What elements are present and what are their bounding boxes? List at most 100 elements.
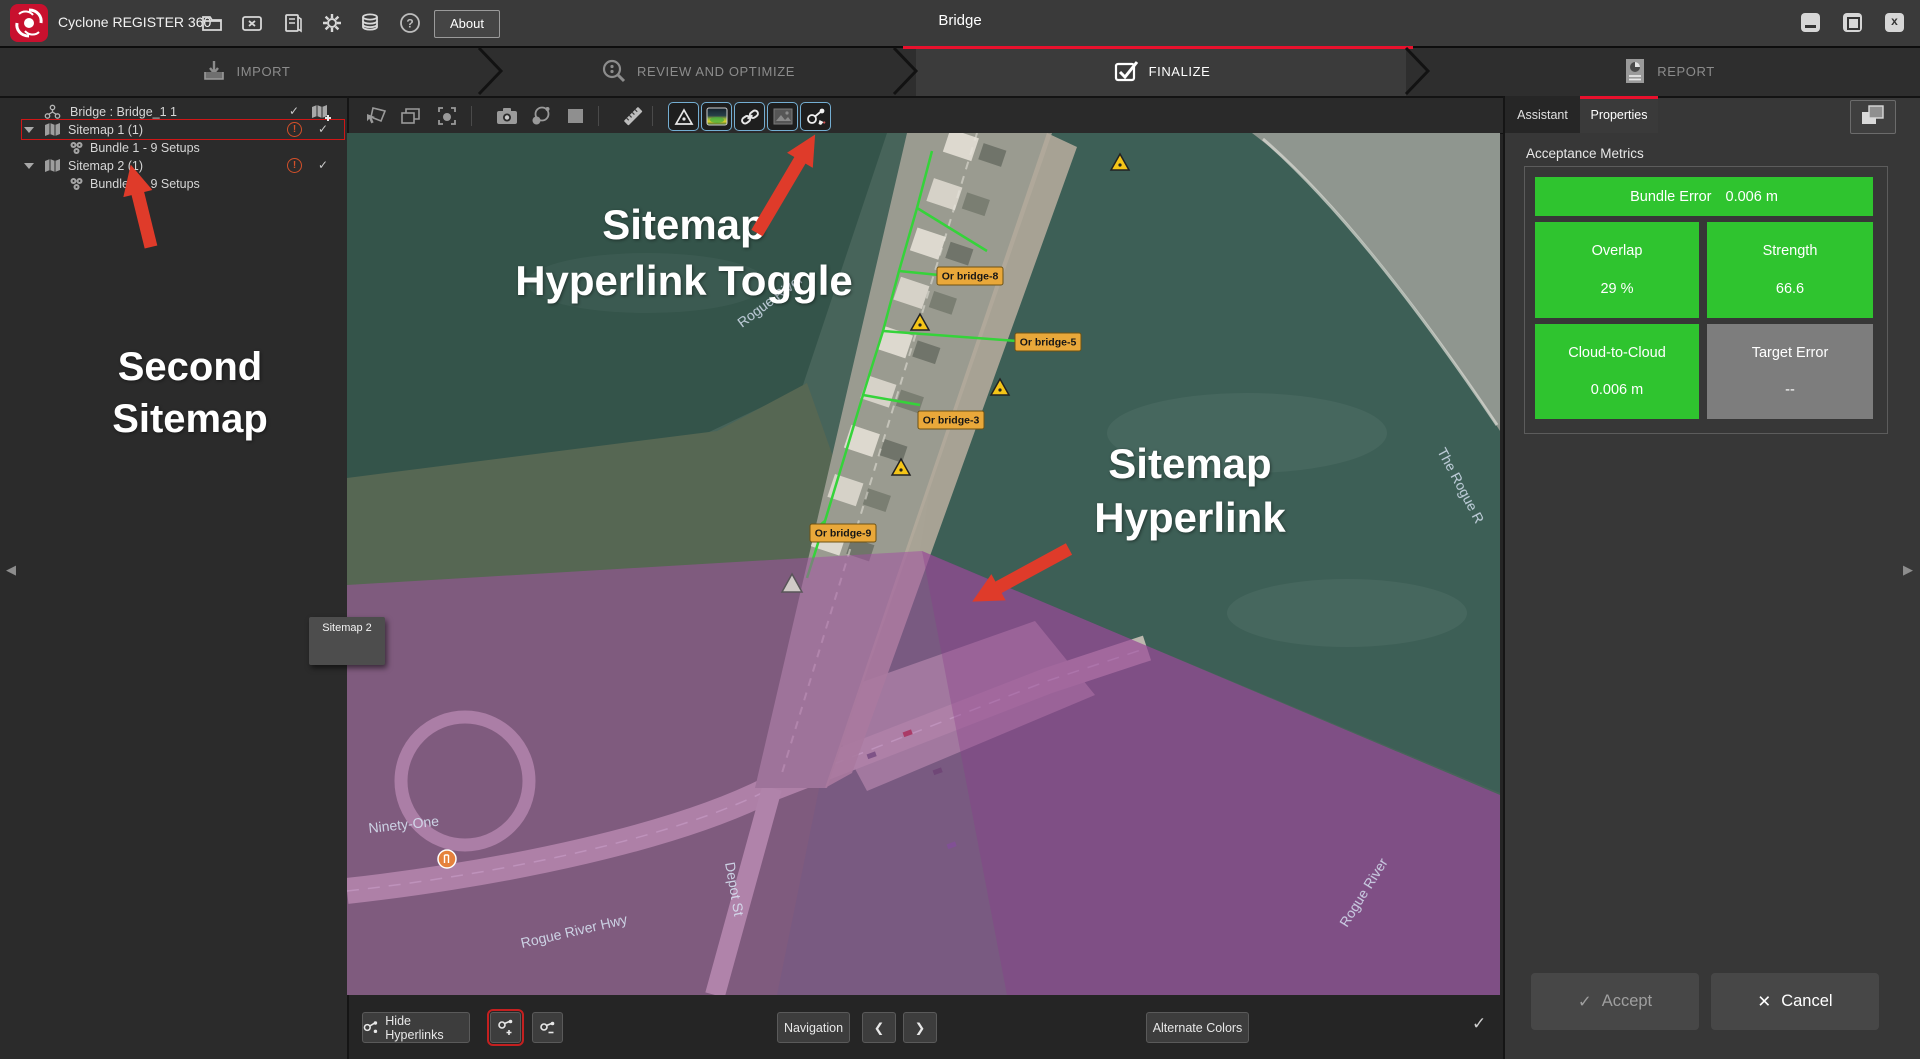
prev-button[interactable]: ❮ [862,1012,896,1043]
metric-label: Strength [1763,243,1818,259]
tab-properties[interactable]: Properties [1580,96,1658,133]
panel-layout-button[interactable] [1850,100,1896,134]
pointcloud-thumbnail-toggle[interactable] [701,102,732,131]
accept-button[interactable]: ✓ Accept [1531,973,1699,1030]
bridge-tag[interactable]: Or bridge-5 [1020,337,1077,349]
annotation-sitemap-hyperlink: Sitemap Hyperlink [990,437,1390,545]
navigation-button[interactable]: Navigation [777,1012,850,1043]
delete-project-icon[interactable] [240,11,264,35]
archive-icon[interactable] [281,11,305,35]
viewpoint-icon[interactable] [529,104,553,128]
alternate-colors-button[interactable]: Alternate Colors [1146,1012,1249,1043]
application-window: Cyclone REGISTER 360 ? About Bridge x [0,0,1920,1059]
sitemap2-check-icon: ✓ [318,158,328,172]
tree-row-project[interactable]: Bridge : Bridge_1 1 ✓ [0,103,347,121]
sitemap-tooltip: Sitemap 2 [309,617,385,665]
remove-hyperlink-button[interactable] [532,1012,563,1043]
workflow-ribbon: IMPORT REVIEW AND OPTIMIZE FINALIZE REPO… [0,46,1920,96]
storage-icon[interactable] [358,11,382,35]
warning-icon: ! [287,122,302,137]
metric-value: -- [1785,382,1795,398]
toolbar-separator [598,106,599,126]
toolbar-separator [471,106,472,126]
hide-hyperlinks-button[interactable]: Hide Hyperlinks [362,1012,470,1043]
metric-label: Bundle Error [1630,189,1711,205]
bridge-tag[interactable]: Or bridge-3 [923,415,980,427]
tree-row-sitemap-2[interactable]: Sitemap 2 (1) ! ✓ [0,157,347,175]
collapse-right-handle[interactable]: ▶ [1903,562,1913,578]
metric-value: 0.006 m [1726,189,1778,205]
annotation-hyperlink-toggle: Sitemap Hyperlink Toggle [404,197,964,309]
zoom-region-icon[interactable] [435,104,459,128]
pick-3d-icon[interactable] [365,104,389,128]
metric-value: 29 % [1600,281,1633,297]
maximize-button[interactable] [1843,13,1862,32]
layers-icon[interactable] [399,104,423,128]
maximize-icon [1847,17,1860,30]
annotation-line: Hyperlink [990,491,1390,545]
metric-label: Overlap [1592,243,1643,259]
tree-label-sitemap-1: Sitemap 1 (1) [68,123,143,137]
settings-gear-icon[interactable] [320,11,344,35]
add-hyperlink-button[interactable] [490,1012,521,1043]
bridge-tag[interactable]: Or bridge-9 [815,528,872,540]
annotation-line: Hyperlink Toggle [404,253,964,309]
alternate-colors-label: Alternate Colors [1153,1021,1243,1035]
bundle-icon [68,176,85,192]
toolbar-separator [652,106,653,126]
navigation-label: Navigation [784,1021,843,1035]
add-sitemap-icon[interactable] [310,103,334,123]
help-icon[interactable]: ? [398,11,422,35]
active-tab-indicator [1580,96,1658,99]
panel-layout-icon [1851,101,1893,131]
remove-hyperlink-icon [539,1019,557,1036]
poi-restaurant-icon [438,850,456,868]
annotation-line: Sitemap [990,437,1390,491]
tree-row-bundle-2[interactable]: Bundle 2 - 9 Setups [0,175,347,193]
title-bar: Cyclone REGISTER 360 ? About Bridge x [0,0,1920,47]
bundle-icon [68,140,85,156]
minimize-button[interactable] [1801,13,1820,32]
ribbon-chevrons [0,46,1920,96]
tree-label-bundle-1: Bundle 1 - 9 Setups [90,141,200,155]
tree-label-sitemap-2: Sitemap 2 (1) [68,159,143,173]
project-check-icon: ✓ [289,104,299,118]
next-button[interactable]: ❯ [903,1012,937,1043]
close-icon: x [1885,14,1904,28]
tree-row-bundle-1[interactable]: Bundle 1 - 9 Setups [0,139,347,157]
about-button[interactable]: About [434,10,500,38]
close-button[interactable]: x [1885,13,1904,32]
metric-value: 0.006 m [1591,382,1643,398]
image-toggle[interactable] [767,102,798,131]
cancel-button[interactable]: ✕ Cancel [1711,973,1879,1030]
minimize-icon [1805,25,1816,28]
metric-target-error: Target Error -- [1707,324,1873,419]
rectangle-icon[interactable] [564,104,588,128]
caret-down-icon[interactable] [24,163,34,169]
cancel-label: Cancel [1781,992,1832,1011]
app-name: Cyclone REGISTER 360 [58,14,211,30]
acceptance-metrics-heading: Acceptance Metrics [1526,146,1644,161]
svg-text:?: ? [406,17,413,31]
sitemap-icon [44,122,61,137]
sitemap-icon [44,158,61,173]
camera-icon[interactable] [495,104,519,128]
collapse-left-handle[interactable]: ◀ [6,562,16,578]
caret-down-icon[interactable] [24,127,34,133]
tab-assistant-label: Assistant [1517,108,1568,122]
confirm-check-button[interactable]: ✓ [1472,1014,1486,1034]
add-hyperlink-icon [497,1019,515,1036]
metric-value: 66.6 [1776,281,1804,297]
sitemap-hyperlink-toggle[interactable] [800,102,831,131]
annotation-line: Sitemap [20,393,360,445]
link-toggle[interactable] [734,102,765,131]
tree-row-sitemap-1[interactable]: Sitemap 1 (1) ! ✓ [0,121,347,139]
project-tree-panel: Bridge : Bridge_1 1 ✓ Sitemap 1 (1) ! ✓ … [0,96,347,1059]
metric-strength: Strength 66.6 [1707,222,1873,318]
metric-overlap: Overlap 29 % [1535,222,1699,318]
tab-assistant[interactable]: Assistant [1505,96,1580,133]
ruler-icon[interactable] [621,104,645,128]
warning-icon: ! [287,158,302,173]
setups-toggle[interactable] [668,102,699,131]
open-project-icon[interactable] [200,11,224,35]
